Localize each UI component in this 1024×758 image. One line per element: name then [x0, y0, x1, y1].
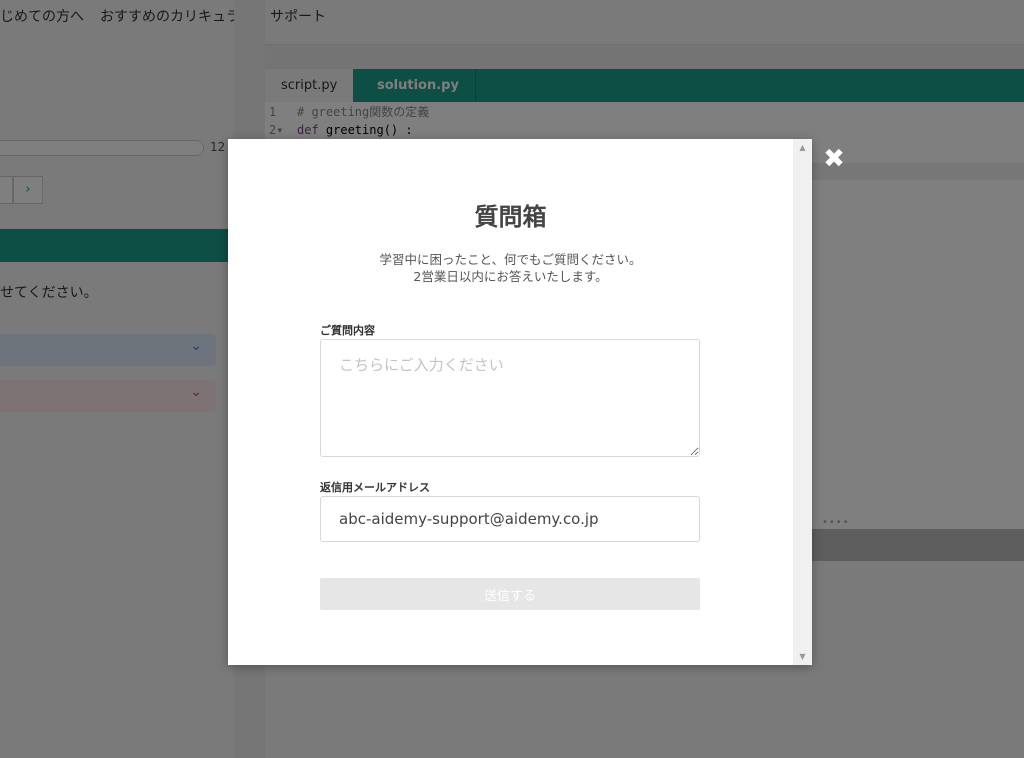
- modal-description-line: 学習中に困ったこと、何でもご質問ください。: [379, 252, 642, 267]
- close-icon[interactable]: ✖: [821, 146, 847, 172]
- modal-description: 学習中に困ったこと、何でもご質問ください。 2営業日以内にお答えいたします。: [228, 251, 793, 285]
- scroll-down-arrow-icon[interactable]: ▼: [793, 652, 812, 661]
- question-label: ご質問内容: [320, 324, 375, 337]
- question-textarea[interactable]: [320, 339, 700, 457]
- email-input[interactable]: [320, 496, 700, 542]
- email-label: 返信用メールアドレス: [320, 481, 430, 494]
- scroll-up-arrow-icon[interactable]: ▲: [793, 143, 812, 152]
- submit-button[interactable]: 送信する: [320, 578, 700, 610]
- question-box-modal: 質問箱 学習中に困ったこと、何でもご質問ください。 2営業日以内にお答えいたしま…: [228, 139, 812, 665]
- modal-title: 質問箱: [474, 203, 547, 231]
- modal-description-line: 2営業日以内にお答えいたします。: [413, 269, 608, 284]
- modal-scrollbar[interactable]: ▲ ▼: [793, 139, 812, 665]
